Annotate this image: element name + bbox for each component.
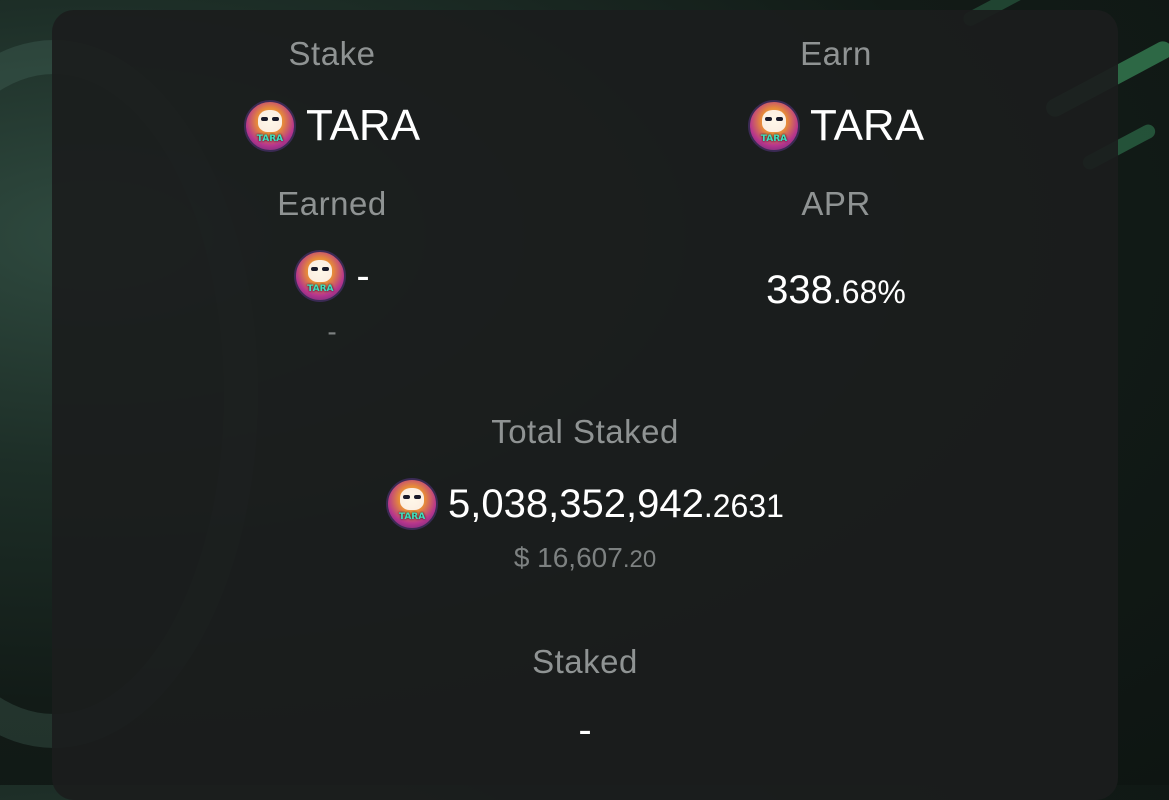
staked-label: Staked <box>532 643 638 680</box>
earned-usd-value: - <box>327 316 337 347</box>
total-staked-amount: TARA 5,038,352,942.2631 <box>52 478 1118 530</box>
apr-value: 338.68% <box>582 268 1090 313</box>
tara-token-icon: TARA <box>386 478 439 530</box>
apr-integer: 338 <box>766 268 833 312</box>
total-staked-usd-decimal: .20 <box>622 546 657 573</box>
stake-token: TARA TARA <box>52 100 612 152</box>
earn-section: Earn TARA TARA <box>582 34 1090 152</box>
apr-label: APR <box>801 185 871 222</box>
staked-section: Staked - <box>52 642 1118 753</box>
earn-token-symbol: TARA <box>809 101 925 150</box>
total-staked-usd: $ 16,607.20 <box>52 542 1118 574</box>
apr-decimal: .68% <box>832 274 906 310</box>
tara-token-icon: TARA <box>243 100 296 152</box>
tara-token-icon: TARA <box>747 100 800 152</box>
staked-amount: - <box>52 708 1118 753</box>
earn-token: TARA TARA <box>582 100 1090 152</box>
total-staked-decimal: .2631 <box>703 487 784 524</box>
earned-amount: TARA - <box>52 250 612 302</box>
apr-section: APR 338.68% <box>582 184 1090 313</box>
earned-label: Earned <box>277 185 387 222</box>
stake-label: Stake <box>288 35 376 72</box>
stake-section: Stake TARA TARA <box>52 34 612 152</box>
staked-value: - <box>578 708 592 752</box>
tara-token-icon: TARA <box>294 250 347 302</box>
earned-section: Earned TARA - - <box>52 184 612 348</box>
total-staked-integer: 5,038,352,942 <box>448 481 704 526</box>
total-staked-section: Total Staked TARA 5,038,352,942.2631 $ 1… <box>52 412 1118 574</box>
total-staked-usd-integer: $ 16,607 <box>513 542 623 573</box>
total-staked-label: Total Staked <box>491 413 679 450</box>
pool-details-card: Stake TARA TARA Earn TARA TARA Earned TA… <box>52 10 1118 800</box>
stake-token-symbol: TARA <box>305 101 421 150</box>
earn-label: Earn <box>800 35 872 72</box>
earned-value: - <box>356 253 370 298</box>
